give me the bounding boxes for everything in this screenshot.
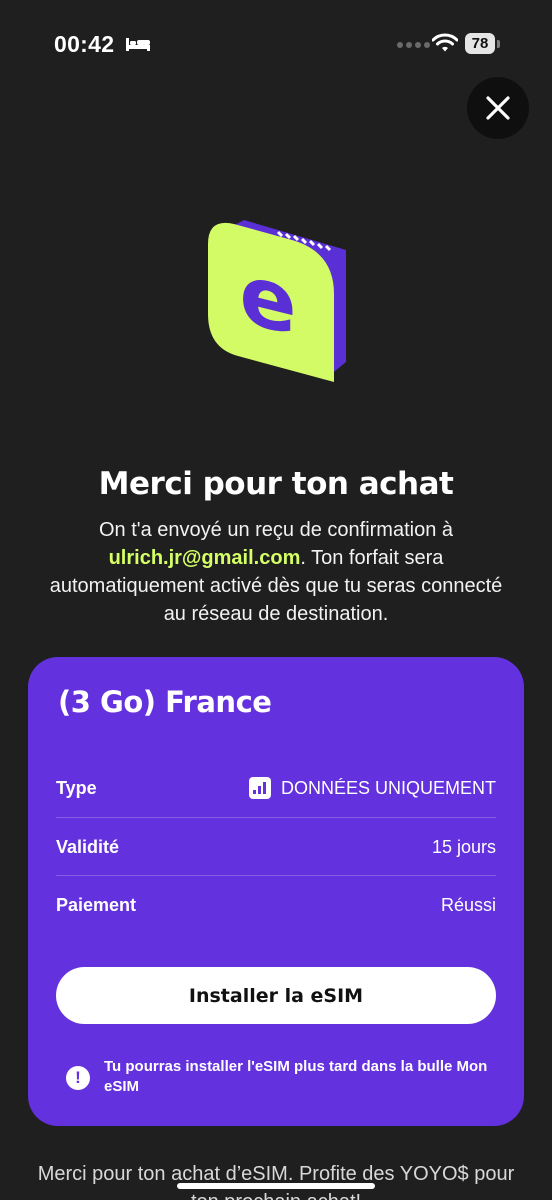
bar-chart-icon: [248, 777, 271, 799]
status-bar: 00:42 78: [0, 0, 552, 90]
svg-text:e: e: [240, 244, 297, 356]
plan-row-type: Type DONNÉES UNIQUEMENT: [56, 759, 496, 817]
bed-icon: [126, 36, 150, 57]
battery-tip: [497, 40, 500, 48]
wifi-icon: [431, 33, 459, 58]
row-value: DONNÉES UNIQUEMENT: [248, 777, 496, 799]
description-text: On t'a envoyé un reçu de confirmation à: [98, 519, 454, 541]
page-title: Merci pour ton achat: [98, 466, 454, 502]
esim-logo: e: [196, 212, 356, 397]
email-address: ulrich.jr@gmail.com: [108, 547, 301, 569]
footer-message: Merci pour ton achat d’eSIM. Profite des…: [37, 1163, 515, 1200]
close-icon: [486, 96, 510, 120]
row-value-text: DONNÉES UNIQUEMENT: [280, 777, 496, 798]
status-time: 00:42: [54, 31, 115, 57]
plan-row-payment: Paiement Réussi: [56, 876, 496, 934]
row-label: Validité: [56, 836, 120, 857]
signal-icon: [397, 42, 430, 48]
battery-indicator: 78: [465, 33, 495, 54]
row-value: Réussi: [440, 894, 496, 915]
row-value: 15 jours: [431, 836, 496, 857]
home-indicator[interactable]: [177, 1183, 375, 1189]
plan-row-validity: Validité 15 jours: [56, 818, 496, 876]
plan-name: (3 Go) France: [58, 685, 272, 719]
install-esim-button[interactable]: Installer la eSIM: [56, 967, 496, 1024]
close-button[interactable]: [467, 77, 529, 139]
plan-card: (3 Go) France Type DONNÉES UNIQUEMENT Va…: [28, 657, 524, 1126]
install-later-note: ! Tu pourras installer l'eSIM plus tard …: [66, 1057, 496, 1097]
confirmation-message: On t'a envoyé un reçu de confirmation à …: [40, 516, 512, 628]
row-label: Type: [56, 777, 97, 798]
note-text: Tu pourras installer l'eSIM plus tard da…: [104, 1058, 488, 1095]
row-label: Paiement: [56, 894, 137, 915]
exclamation-icon: !: [66, 1066, 90, 1090]
